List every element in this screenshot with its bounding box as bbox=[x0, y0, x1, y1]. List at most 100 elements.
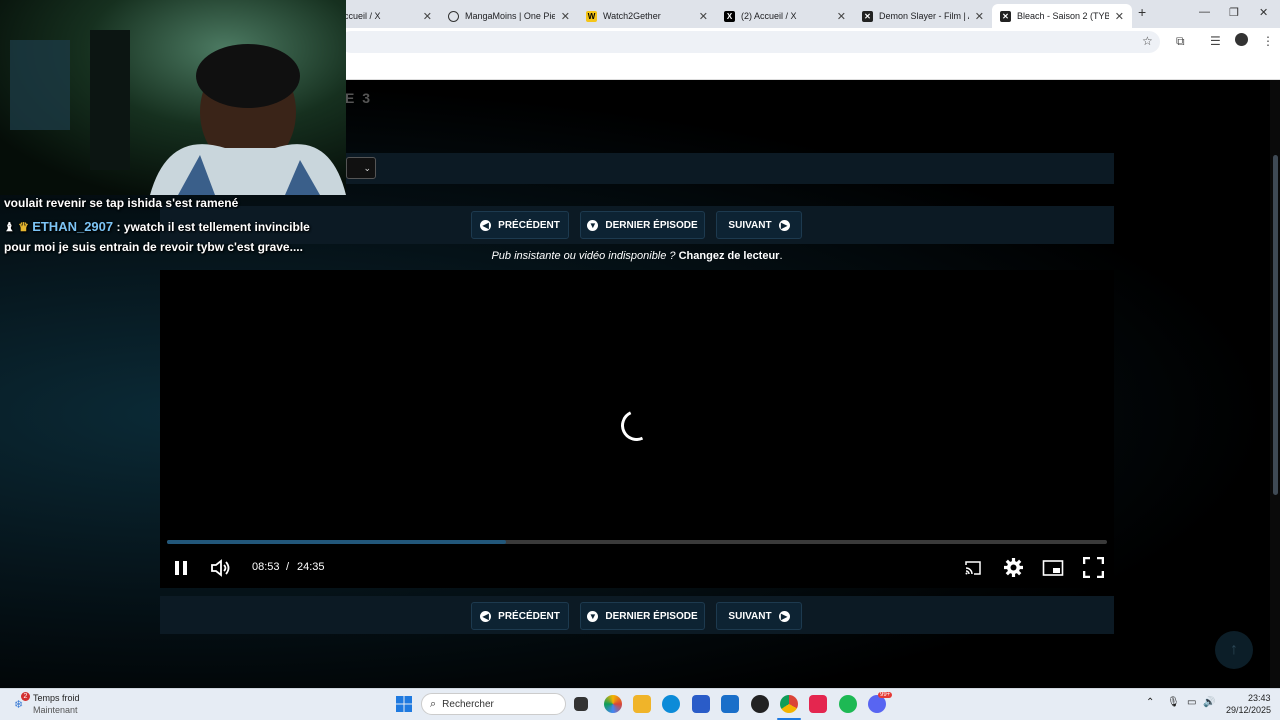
taskbar-search[interactable]: ⌕ Rechercher bbox=[421, 693, 566, 715]
prev-episode-button[interactable]: ◀ PRÉCÉDENT bbox=[471, 211, 569, 239]
task-view-icon[interactable] bbox=[574, 697, 588, 711]
cast-icon[interactable] bbox=[964, 559, 982, 577]
badge-icon: ♝ bbox=[4, 220, 19, 234]
anime-site-icon: ✕ bbox=[1000, 10, 1011, 22]
notice-suffix: . bbox=[779, 250, 783, 262]
chrome-icon[interactable] bbox=[780, 695, 798, 713]
clock-date[interactable]: 29/12/2025 bbox=[1226, 705, 1271, 715]
weather-title[interactable]: Temps froid bbox=[33, 693, 80, 703]
tab-bleach[interactable]: ✕ Bleach - Saison 2 (TYBW) ✕ bbox=[992, 4, 1132, 28]
streamer-webcam bbox=[0, 0, 346, 195]
tab-label: Demon Slayer - Film | An bbox=[879, 11, 969, 21]
prev-label: PRÉCÉDENT bbox=[498, 610, 560, 622]
arrow-down-icon: ▼ bbox=[587, 219, 599, 231]
watch2gether-icon: W bbox=[586, 10, 597, 22]
last-label: DERNIER ÉPISODE bbox=[605, 219, 698, 231]
tab-label: Watch2Gether bbox=[603, 11, 661, 21]
weather-widget-icon[interactable]: ❄ 2 bbox=[14, 692, 30, 711]
x-icon: X bbox=[724, 10, 735, 22]
tab-label: Bleach - Saison 2 (TYBW) bbox=[1017, 11, 1109, 21]
tab-x-accueil-2[interactable]: X (2) Accueil / X ✕ bbox=[716, 4, 854, 28]
address-bar[interactable] bbox=[340, 31, 1160, 53]
minimize-icon[interactable]: — bbox=[1199, 6, 1210, 18]
volume-icon[interactable] bbox=[209, 557, 233, 579]
arrow-right-icon: ▶ bbox=[778, 219, 790, 231]
microphone-icon[interactable]: 🎙 bbox=[1167, 697, 1180, 708]
tab-label: (2) Accueil / X bbox=[741, 11, 797, 21]
window-close-icon[interactable]: ✕ bbox=[1259, 6, 1268, 19]
anime-site-icon: ✕ bbox=[862, 10, 873, 22]
mangamoins-icon bbox=[448, 10, 459, 22]
tab-label: MangaMoins | One Piece bbox=[465, 11, 555, 21]
fullscreen-icon[interactable] bbox=[1083, 557, 1104, 578]
tab-demon-slayer[interactable]: ✕ Demon Slayer - Film | An ✕ bbox=[854, 4, 992, 28]
close-icon[interactable]: ✕ bbox=[975, 10, 984, 23]
menu-dots-icon[interactable]: ⋮ bbox=[1262, 34, 1274, 48]
prev-label: PRÉCÉDENT bbox=[498, 219, 560, 231]
profile-avatar[interactable] bbox=[1235, 33, 1248, 46]
crown-badge-icon: ♛ bbox=[18, 220, 33, 234]
windows-start-icon[interactable] bbox=[396, 696, 412, 712]
weather-badge: 2 bbox=[21, 692, 30, 701]
file-explorer-icon[interactable] bbox=[633, 695, 651, 713]
prev-episode-button-bottom[interactable]: ◀ PRÉCÉDENT bbox=[471, 602, 569, 630]
webcam-scene bbox=[0, 0, 346, 195]
extensions-icon[interactable]: ⧉ bbox=[1176, 34, 1185, 49]
episode-select[interactable]: ⌄ bbox=[346, 157, 376, 179]
next-label: SUIVANT bbox=[728, 219, 772, 231]
page-title: E 3 bbox=[345, 90, 373, 106]
speaker-icon[interactable]: 🔊 bbox=[1203, 697, 1215, 708]
player-notice: Pub insistante ou vidéo indisponible ? C… bbox=[160, 250, 1114, 262]
progress-bar[interactable] bbox=[167, 540, 1107, 544]
next-episode-button-bottom[interactable]: SUIVANT ▶ bbox=[716, 602, 802, 630]
steam-icon[interactable] bbox=[751, 695, 769, 713]
tiktok-icon[interactable] bbox=[809, 695, 827, 713]
spotify-icon[interactable] bbox=[839, 695, 857, 713]
close-icon[interactable]: ✕ bbox=[423, 10, 432, 23]
next-label: SUIVANT bbox=[728, 610, 772, 622]
progress-fill bbox=[167, 540, 507, 544]
close-icon[interactable]: ✕ bbox=[837, 10, 846, 23]
settings-gear-icon[interactable] bbox=[1003, 557, 1024, 578]
tab-mangamoins[interactable]: MangaMoins | One Piece ✕ bbox=[440, 4, 578, 28]
chat-username: ETHAN_2907 bbox=[32, 219, 114, 234]
restore-icon[interactable]: ❐ bbox=[1229, 6, 1239, 19]
chat-message: voulait revenir se tap ishida s'est rame… bbox=[4, 196, 239, 210]
close-icon[interactable]: ✕ bbox=[699, 10, 708, 23]
weather-subtitle: Maintenant bbox=[33, 705, 78, 715]
discord-badge: 99+ bbox=[878, 692, 893, 698]
tab-watch2gether[interactable]: W Watch2Gether ✕ bbox=[578, 4, 716, 28]
last-label: DERNIER ÉPISODE bbox=[605, 610, 698, 622]
chat-message: pour moi je suis entrain de revoir tybw … bbox=[4, 240, 303, 254]
scrollbar-thumb[interactable] bbox=[1273, 155, 1278, 495]
time-separator: / bbox=[286, 561, 290, 573]
arrow-left-icon: ◀ bbox=[480, 219, 492, 231]
edge-icon[interactable] bbox=[662, 695, 680, 713]
arrow-right-icon: ▶ bbox=[778, 610, 790, 622]
chat-message-ethan: ♝ ♛ ETHAN_2907 : ywatch il est tellement… bbox=[4, 219, 310, 234]
current-time: 08:53 bbox=[252, 561, 280, 573]
clock-time[interactable]: 23:43 bbox=[1248, 693, 1271, 703]
close-icon[interactable]: ✕ bbox=[561, 10, 570, 23]
last-episode-button-bottom[interactable]: ▼ DERNIER ÉPISODE bbox=[580, 602, 705, 630]
search-placeholder: Rechercher bbox=[442, 698, 494, 710]
network-icon[interactable]: ▭ bbox=[1187, 697, 1196, 708]
change-player-link[interactable]: Changez de lecteur bbox=[679, 250, 780, 262]
close-icon[interactable]: ✕ bbox=[1115, 10, 1124, 23]
tab-label: ccueil / X bbox=[344, 11, 381, 21]
picture-in-picture-icon[interactable] bbox=[1042, 559, 1064, 577]
last-episode-button[interactable]: ▼ DERNIER ÉPISODE bbox=[580, 211, 705, 239]
arrow-down-icon: ▼ bbox=[587, 610, 599, 622]
bookmark-star-icon[interactable]: ☆ bbox=[1142, 34, 1153, 48]
tab-x-accueil-1[interactable]: ccueil / X ✕ bbox=[336, 4, 440, 28]
outlook-icon[interactable] bbox=[721, 695, 739, 713]
next-episode-button[interactable]: SUIVANT ▶ bbox=[716, 211, 802, 239]
back-to-top-button[interactable]: ↑ bbox=[1215, 631, 1253, 669]
copilot-icon[interactable] bbox=[604, 695, 622, 713]
tray-overflow-icon[interactable]: ⌃ bbox=[1146, 697, 1154, 708]
store-icon[interactable] bbox=[692, 695, 710, 713]
media-controls-icon[interactable]: ☰ bbox=[1210, 34, 1221, 48]
chat-text: : ywatch il est tellement invincible bbox=[113, 220, 310, 234]
new-tab-icon[interactable]: + bbox=[1138, 4, 1146, 20]
pause-icon[interactable] bbox=[172, 559, 190, 577]
